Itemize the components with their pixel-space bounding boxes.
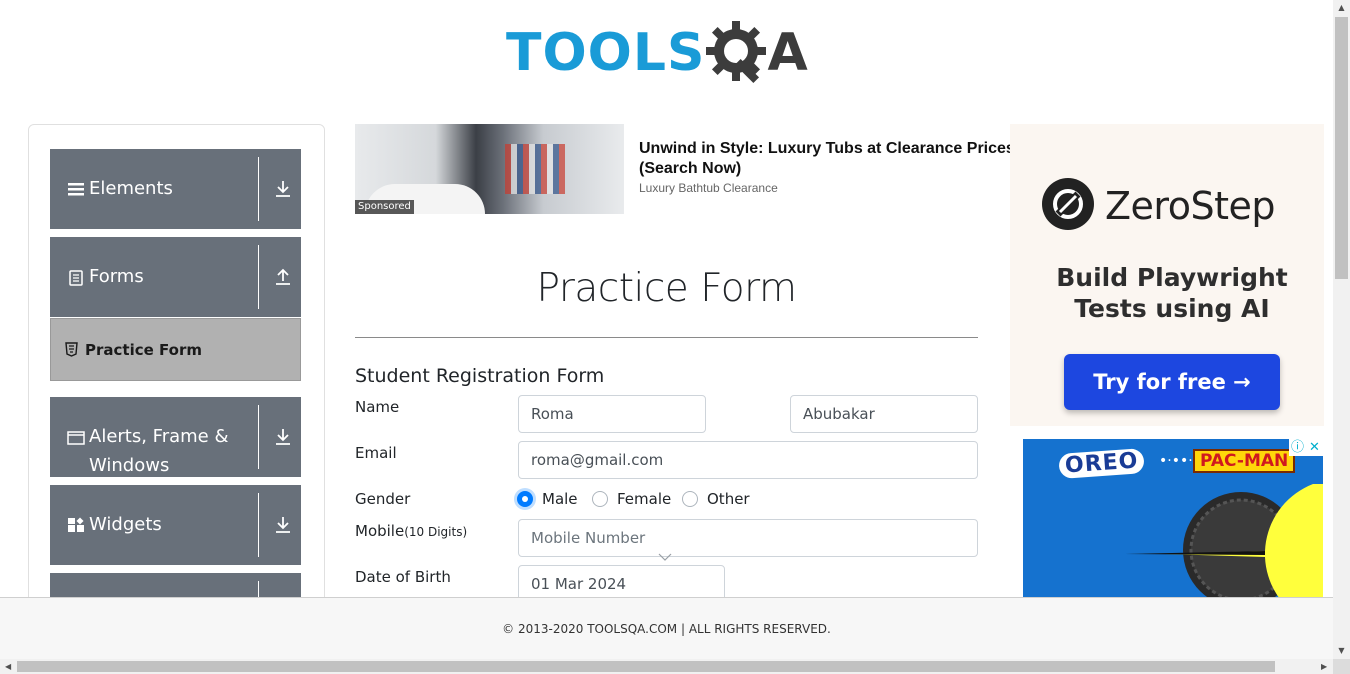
chevron-down-icon [658, 553, 672, 561]
sidebar-group-label: Elements [89, 178, 173, 199]
pacman-cookie-image [1125, 484, 1323, 599]
last-name-input[interactable]: Abubakar [790, 395, 978, 433]
footer: © 2013-2020 TOOLSQA.COM | ALL RIGHTS RES… [0, 597, 1333, 659]
zerostep-ad[interactable]: ZeroStep Build Playwright Tests using AI… [1010, 124, 1324, 426]
menu-icon [68, 183, 84, 196]
html-icon [65, 342, 78, 357]
divider [258, 405, 259, 469]
try-for-free-button[interactable]: Try for free → [1064, 354, 1280, 410]
ad-subtitle[interactable]: Luxury Bathtub Clearance [639, 181, 778, 195]
gender-radio-male[interactable]: Male [517, 490, 578, 508]
sidebar-group-alerts[interactable]: Alerts, Frame & Windows [50, 397, 301, 477]
download-icon [276, 429, 290, 445]
upload-icon [276, 268, 290, 285]
sponsored-badge: Sponsored [355, 200, 414, 214]
page: TOOLS A Elements Forms Practice Form Ale… [0, 0, 1350, 674]
scrollbar-thumb[interactable] [1335, 17, 1348, 279]
download-icon [276, 181, 290, 197]
divider [258, 157, 259, 221]
sidebar-item-label: Practice Form [85, 341, 202, 359]
vertical-scrollbar[interactable]: ▲ ▼ [1333, 0, 1350, 674]
form-heading: Student Registration Form [355, 365, 605, 387]
sidebar-group-widgets[interactable]: Widgets [50, 485, 301, 565]
scrollbar-thumb[interactable] [17, 661, 1275, 672]
sidebar-item-practice-form[interactable]: Practice Form [50, 318, 301, 381]
dob-label: Date of Birth [355, 568, 451, 586]
gender-radio-female[interactable]: Female [592, 490, 671, 508]
logo-text: TOOLS [506, 23, 706, 83]
widgets-icon [68, 517, 84, 532]
radio-label: Other [707, 490, 750, 508]
radio-icon[interactable] [682, 491, 698, 507]
ad-title-link[interactable]: Unwind in Style: Luxury Tubs at Clearanc… [639, 139, 1019, 179]
close-icon[interactable]: ✕ [1306, 439, 1323, 456]
document-icon [69, 270, 83, 286]
gender-radio-other[interactable]: Other [682, 490, 750, 508]
divider [355, 337, 978, 338]
sidebar-group-label: Widgets [89, 514, 162, 535]
oreo-logo: OREO [1058, 448, 1146, 479]
ad-image-shelf [505, 144, 565, 194]
radio-label: Male [542, 490, 578, 508]
sidebar-group-label: Forms [89, 266, 144, 287]
email-label: Email [355, 444, 397, 462]
sidebar-group-label: Alerts, Frame & Windows [89, 426, 229, 476]
name-label: Name [355, 398, 400, 416]
logo-text-a: A [767, 23, 808, 83]
radio-icon[interactable] [592, 491, 608, 507]
email-input[interactable]: roma@gmail.com [518, 441, 978, 479]
zerostep-logo-icon [1042, 178, 1094, 230]
scrollbar-corner [1333, 659, 1350, 674]
ad-info-icon[interactable]: ⓘ [1289, 439, 1306, 456]
radio-checked-icon[interactable] [517, 491, 533, 507]
scroll-right-icon[interactable]: ▶ [1321, 662, 1327, 671]
scroll-down-icon[interactable]: ▼ [1337, 646, 1346, 655]
horizontal-scrollbar[interactable]: ◀ ▶ [0, 659, 1333, 674]
mobile-input[interactable]: Mobile Number [518, 519, 978, 557]
ad-tagline: Build Playwright Tests using AI [1056, 263, 1288, 323]
divider [258, 245, 259, 309]
page-title: Practice Form [536, 266, 797, 311]
ad-brand: ZeroStep [1105, 184, 1275, 228]
sidebar: Elements Forms Practice Form Alerts, Fra… [28, 124, 325, 604]
radio-label: Female [617, 490, 672, 508]
first-name-input[interactable]: Roma [518, 395, 706, 433]
toolsqa-logo[interactable]: TOOLS A [506, 14, 830, 92]
divider [258, 493, 259, 557]
sidebar-group-forms[interactable]: Forms [50, 237, 301, 317]
sidebar-group-elements[interactable]: Elements [50, 149, 301, 229]
gender-label: Gender [355, 490, 411, 508]
ad-close-controls[interactable]: ⓘ ✕ [1289, 439, 1323, 456]
oreo-ad[interactable]: OREO •·••·• PAC-MAN [1023, 439, 1323, 599]
mobile-label: Mobile(10 Digits) [355, 522, 468, 540]
scroll-left-icon[interactable]: ◀ [5, 662, 11, 671]
scroll-up-icon[interactable]: ▲ [1337, 3, 1346, 12]
window-icon [67, 431, 85, 445]
gear-q-icon [706, 21, 767, 84]
pacman-logo: PAC-MAN [1193, 449, 1296, 473]
download-icon [276, 517, 290, 533]
